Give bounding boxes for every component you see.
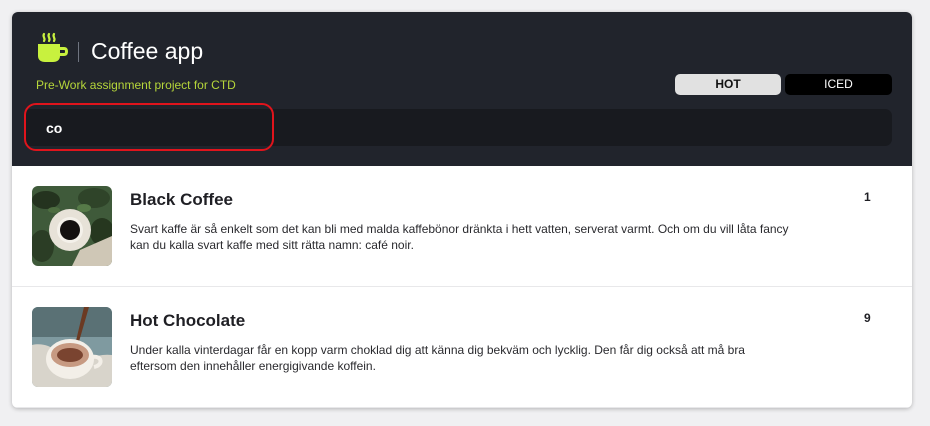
list-item-hot-chocolate[interactable]: Hot Chocolate Under kalla vinterdagar få… — [12, 287, 912, 408]
item-description: Svart kaffe är så enkelt som det kan bli… — [130, 222, 789, 252]
coffee-cup-icon — [38, 32, 68, 62]
search-box — [24, 109, 892, 146]
title-divider — [78, 42, 79, 62]
black-coffee-image — [32, 186, 112, 266]
app-subtitle: Pre-Work assignment project for CTD — [36, 78, 236, 92]
item-name: Black Coffee — [130, 190, 233, 209]
item-count: 1 — [864, 190, 871, 204]
hot-chocolate-image — [32, 307, 112, 387]
search-input[interactable] — [24, 109, 892, 146]
product-list: Black Coffee Svart kaffe är så enkelt so… — [12, 166, 912, 408]
item-name: Hot Chocolate — [130, 311, 246, 330]
list-item-black-coffee[interactable]: Black Coffee Svart kaffe är så enkelt so… — [12, 166, 912, 287]
item-description: Under kalla vinterdagar får en kopp varm… — [130, 343, 745, 373]
iced-toggle-button[interactable]: ICED — [785, 74, 892, 95]
item-count: 9 — [864, 311, 871, 325]
hot-toggle-button[interactable]: HOT — [675, 74, 781, 95]
app-card: Coffee app Pre-Work assignment project f… — [12, 12, 912, 408]
app-title: Coffee app — [91, 38, 204, 64]
app-header: Coffee app Pre-Work assignment project f… — [12, 12, 912, 166]
